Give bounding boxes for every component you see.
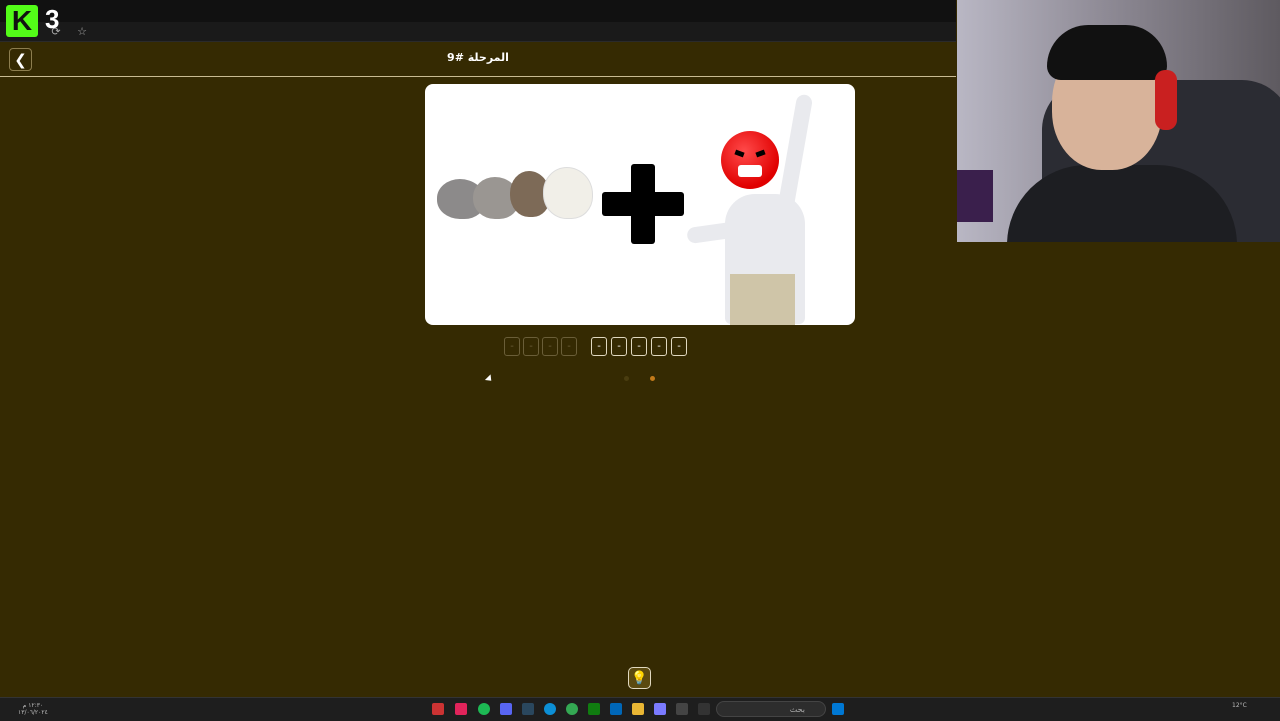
page-dot bbox=[624, 376, 629, 381]
answer-slot[interactable]: - bbox=[651, 337, 667, 356]
puzzle-image bbox=[425, 84, 855, 325]
star-icon[interactable]: ☆ bbox=[76, 25, 88, 38]
answer-slot[interactable]: - bbox=[671, 337, 687, 356]
app-icon[interactable] bbox=[432, 703, 444, 715]
tray-weather: 12°C bbox=[1232, 702, 1247, 709]
xbox-icon[interactable] bbox=[588, 703, 600, 715]
answer-slots: - - - - - - - - - bbox=[0, 337, 956, 357]
answer-slot[interactable]: - bbox=[504, 337, 520, 356]
folder-icon[interactable] bbox=[632, 703, 644, 715]
answer-slot[interactable]: - bbox=[631, 337, 647, 356]
app-icon-2[interactable] bbox=[654, 703, 666, 715]
answer-slot[interactable]: - bbox=[523, 337, 539, 356]
store-icon[interactable] bbox=[610, 703, 622, 715]
edge-icon[interactable] bbox=[544, 703, 556, 715]
answer-slot[interactable]: - bbox=[561, 337, 577, 356]
kick-logo: K bbox=[6, 5, 38, 37]
tiktok-icon[interactable] bbox=[455, 703, 467, 715]
windows-start-icon[interactable] bbox=[832, 703, 844, 715]
viewer-count: 3 bbox=[45, 4, 60, 34]
headset-icon bbox=[1155, 70, 1177, 130]
answer-slot[interactable]: - bbox=[611, 337, 627, 356]
angry-face-icon bbox=[721, 131, 779, 189]
level-title: المرحلة #9 bbox=[447, 51, 509, 64]
lightbulb-icon: 💡 bbox=[631, 670, 648, 686]
tray-clock: ١٢:٣٠ م ١٣/٠٦/٢٠٢٤ bbox=[18, 702, 48, 716]
webcam-feed bbox=[957, 0, 1280, 242]
answer-slot[interactable]: - bbox=[542, 337, 558, 356]
taskbar-search[interactable]: بحث bbox=[716, 701, 826, 717]
browser-tab-strip bbox=[0, 0, 956, 22]
epic-icon[interactable] bbox=[676, 703, 688, 715]
hint-button[interactable]: 💡 bbox=[628, 667, 651, 689]
answer-slot[interactable]: - bbox=[591, 337, 607, 356]
mouse-cursor bbox=[484, 374, 495, 384]
app-icon-3[interactable] bbox=[698, 703, 710, 715]
steam-icon[interactable] bbox=[522, 703, 534, 715]
browser-toolbar: ⟳ ☆ bbox=[0, 22, 956, 42]
spotify-icon[interactable] bbox=[478, 703, 490, 715]
chrome-icon[interactable] bbox=[566, 703, 578, 715]
discord-icon[interactable] bbox=[500, 703, 512, 715]
windows-taskbar: ١٢:٣٠ م ١٣/٠٦/٢٠٢٤ بحث 12°C bbox=[0, 697, 1280, 721]
page-dot-active bbox=[650, 376, 655, 381]
game-header: ❮ المرحلة #9 bbox=[0, 43, 956, 77]
